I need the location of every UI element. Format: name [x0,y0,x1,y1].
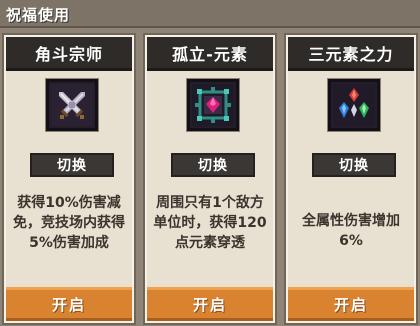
switch-button[interactable]: 切换 [30,153,114,177]
card-title: 孤立-元素 [147,37,273,71]
switch-button[interactable]: 切换 [171,153,255,177]
card-description: 获得10%伤害减免，竞技场内获得5%伤害加成 [13,195,125,251]
card-title: 角斗宗师 [6,37,132,71]
blessing-card-three-elements: 三元素之力 切换 全属性伤害增加6% 开启 [284,33,418,325]
card-description: 全属性伤害增加6% [302,213,400,249]
crossed-swords-icon [46,79,98,131]
panel-title: 祝福使用 [6,6,71,24]
isolated-element-gem-icon [187,79,239,131]
activate-button[interactable]: 开启 [147,287,273,321]
activate-button[interactable]: 开启 [6,287,132,321]
card-title: 三元素之力 [288,37,414,71]
switch-button[interactable]: 切换 [312,153,396,177]
blessing-card-gladiator-master: 角斗宗师 切换 获得10%伤害减免，竞技场内获得5%伤害加成 开启 [2,33,136,325]
panel-header: 祝福使用 [0,0,420,28]
three-elements-crystals-icon [328,79,380,131]
blessing-card-isolated-element: 孤立-元素 切换 周围只有1个敌方单位时，获得120点元素穿透 开启 [143,33,277,325]
blessing-cards: 角斗宗师 切换 获得10%伤害减免，竞技场内获得5%伤害加成 开启 孤立-元素 … [0,30,420,326]
card-description: 周围只有1个敌方单位时，获得120点元素穿透 [153,195,267,251]
activate-button[interactable]: 开启 [288,287,414,321]
